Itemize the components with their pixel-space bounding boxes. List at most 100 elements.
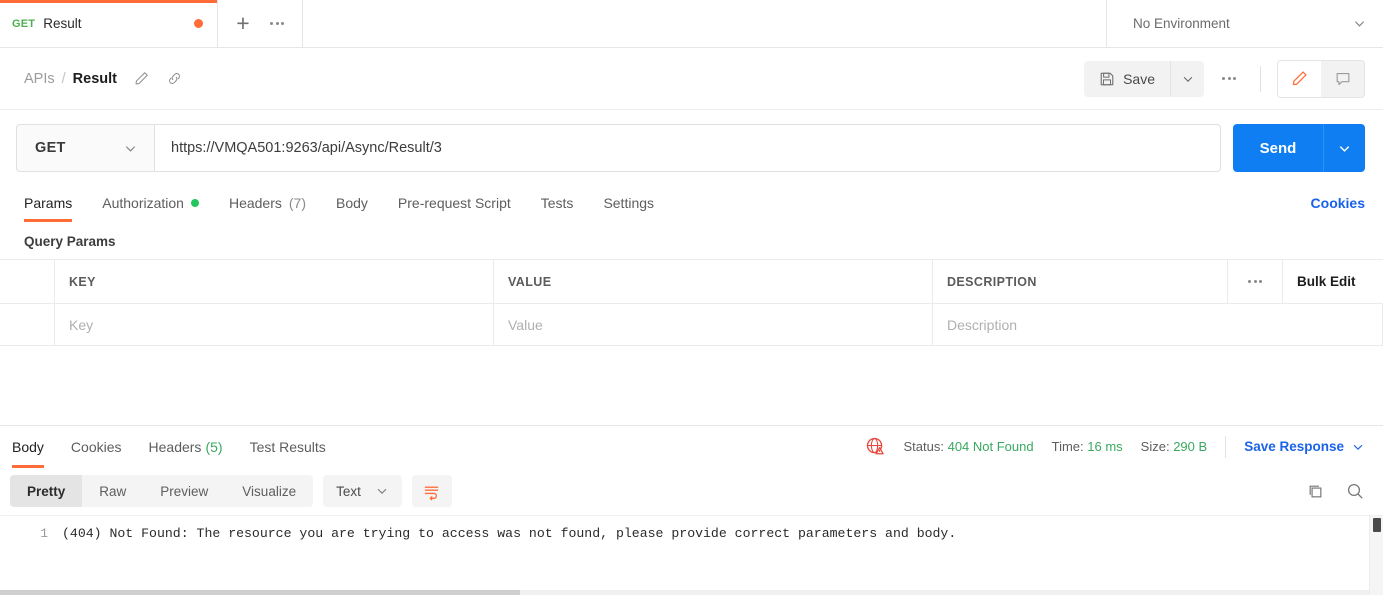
line-number: 1 xyxy=(40,526,48,541)
key-input-placeholder: Key xyxy=(69,316,94,333)
breadcrumb-actions: Save xyxy=(1084,59,1365,98)
word-wrap-button[interactable] xyxy=(411,475,452,507)
tab-params[interactable]: Params xyxy=(24,184,73,222)
save-options-button[interactable] xyxy=(1170,60,1204,97)
send-options-button[interactable] xyxy=(1323,124,1365,172)
environment-selector[interactable]: No Environment xyxy=(1107,0,1383,47)
request-tab-method: GET xyxy=(12,17,36,30)
edit-mode-button[interactable] xyxy=(1278,60,1321,97)
response-tab-body[interactable]: Body xyxy=(12,426,44,468)
postman-app: GET Result + No Environment APIs / Resul… xyxy=(0,0,1383,595)
view-mode-preview[interactable]: Preview xyxy=(143,475,225,507)
chevron-down-icon xyxy=(1181,72,1195,86)
row-key-cell[interactable]: Key xyxy=(55,304,494,345)
response-tabs: Body Cookies Headers (5) Test Results xyxy=(6,426,353,468)
save-response-label: Save Response xyxy=(1244,439,1344,454)
tab-params-label: Params xyxy=(24,195,73,211)
response-format-selector[interactable]: Text xyxy=(323,475,402,507)
send-button[interactable]: Send xyxy=(1233,124,1323,172)
url-input[interactable] xyxy=(154,124,1221,172)
query-params-table: KEY VALUE DESCRIPTION Bulk Edit Key Valu… xyxy=(0,259,1383,346)
breadcrumb: APIs / Result xyxy=(24,70,183,87)
chevron-down-icon xyxy=(375,484,389,498)
tab-authorization[interactable]: Authorization xyxy=(102,184,199,222)
comment-mode-button[interactable] xyxy=(1321,60,1364,97)
response-body-text[interactable]: (404) Not Found: The resource you are tr… xyxy=(62,516,1369,595)
response-horizontal-scrollbar[interactable] xyxy=(0,590,1369,595)
row-description-cell[interactable]: Description xyxy=(933,304,1383,345)
tab-headers[interactable]: Headers (7) xyxy=(229,184,306,222)
response-tab-headers[interactable]: Headers (5) xyxy=(149,426,223,468)
row-checkbox-cell[interactable] xyxy=(0,304,55,345)
response-vertical-scrollbar[interactable] xyxy=(1369,516,1383,595)
row-value-cell[interactable]: Value xyxy=(494,304,933,345)
scrollbar-thumb-horizontal[interactable] xyxy=(0,590,520,595)
breadcrumb-separator: / xyxy=(61,70,66,87)
new-tab-button[interactable]: + xyxy=(228,9,258,39)
environment-selected-label: No Environment xyxy=(1133,16,1230,31)
save-response-button[interactable]: Save Response xyxy=(1244,439,1365,454)
save-button[interactable]: Save xyxy=(1084,60,1170,97)
tab-tests-label: Tests xyxy=(540,195,574,211)
header-description-cell: DESCRIPTION xyxy=(933,260,1228,303)
pencil-icon[interactable] xyxy=(133,70,150,87)
description-input-placeholder: Description xyxy=(947,316,1018,333)
header-key-cell: KEY xyxy=(55,260,494,303)
ellipsis-icon xyxy=(270,22,284,25)
url-bar: GET Send xyxy=(0,110,1383,184)
request-tab-title: Result xyxy=(43,16,82,31)
response-body-toolbar: Pretty Raw Preview Visualize Text xyxy=(0,467,1383,515)
response-tab-headers-label: Headers xyxy=(148,438,202,455)
plus-icon: + xyxy=(236,10,250,36)
view-mode-group xyxy=(1277,59,1365,98)
cookies-link[interactable]: Cookies xyxy=(1311,195,1365,211)
request-tab-result[interactable]: GET Result xyxy=(0,0,218,47)
response-tab-test-results-label: Test Results xyxy=(249,438,326,455)
breadcrumb-current: Result xyxy=(72,70,117,87)
response-meta: Status: 404 Not Found Time: 16 ms Size: … xyxy=(865,435,1366,458)
response-tab-test-results[interactable]: Test Results xyxy=(250,426,326,468)
send-button-group: Send xyxy=(1233,124,1365,172)
response-tab-cookies[interactable]: Cookies xyxy=(71,426,122,468)
time-label: Time: xyxy=(1051,439,1084,454)
search-icon[interactable] xyxy=(1345,481,1365,501)
breadcrumb-root[interactable]: APIs xyxy=(24,71,55,87)
tab-headers-count: (7) xyxy=(288,195,306,211)
value-input-placeholder: Value xyxy=(508,316,543,333)
floppy-disk-icon xyxy=(1099,71,1115,87)
http-method-label: GET xyxy=(35,140,66,156)
status-value: 404 Not Found xyxy=(947,439,1034,454)
bulk-edit-cell: Bulk Edit xyxy=(1283,260,1383,303)
tab-body-label: Body xyxy=(336,195,368,211)
copy-icon[interactable] xyxy=(1306,482,1325,501)
tab-pre-request-script[interactable]: Pre-request Script xyxy=(398,184,511,222)
link-icon[interactable] xyxy=(166,70,183,87)
chevron-down-icon xyxy=(123,141,138,156)
size-label: Size: xyxy=(1140,439,1170,454)
tab-tests[interactable]: Tests xyxy=(541,184,574,222)
tab-body[interactable]: Body xyxy=(336,184,368,222)
table-options-button[interactable] xyxy=(1228,260,1283,303)
time-badge: Time: 16 ms xyxy=(1052,439,1123,454)
status-badge: Status: 404 Not Found xyxy=(904,439,1034,454)
ellipsis-icon xyxy=(1248,280,1262,283)
bulk-edit-button[interactable]: Bulk Edit xyxy=(1297,274,1356,289)
unsaved-dot-icon xyxy=(194,19,203,28)
view-mode-visualize[interactable]: Visualize xyxy=(225,475,313,507)
tab-options-button[interactable] xyxy=(262,9,292,39)
view-mode-pretty[interactable]: Pretty xyxy=(10,475,83,507)
http-method-selector[interactable]: GET xyxy=(16,124,154,172)
view-mode-raw[interactable]: Raw xyxy=(82,475,143,507)
tab-settings-label: Settings xyxy=(603,195,655,211)
request-pane-filler xyxy=(0,346,1383,425)
response-meta-divider xyxy=(1225,435,1227,458)
request-more-options-button[interactable] xyxy=(1214,64,1244,94)
column-header-description: DESCRIPTION xyxy=(947,274,1037,289)
response-tab-body-label: Body xyxy=(12,438,44,455)
scrollbar-thumb[interactable] xyxy=(1373,518,1381,532)
query-params-label: Query Params xyxy=(24,234,116,249)
response-format-label: Text xyxy=(336,483,361,499)
tab-authorization-label: Authorization xyxy=(102,195,184,211)
tab-settings[interactable]: Settings xyxy=(603,184,654,222)
authorization-status-dot-icon xyxy=(190,199,199,207)
